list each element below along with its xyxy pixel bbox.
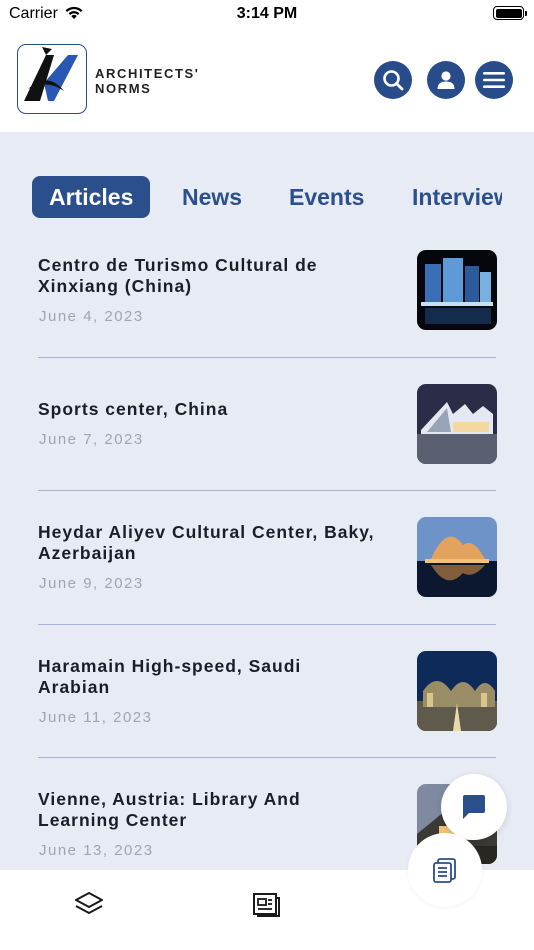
article-thumbnail	[417, 517, 497, 597]
article-title: Centro de Turismo Cultural de Xinxiang (…	[38, 255, 318, 296]
menu-icon	[483, 72, 505, 88]
article-title: Vienne, Austria: Library And Learning Ce…	[38, 789, 301, 830]
article-date: June 11, 2023	[39, 709, 153, 726]
article-item[interactable]: Haramain High-speed, Saudi Arabian June …	[38, 651, 497, 736]
article-date: June 13, 2023	[39, 842, 154, 859]
tab-events[interactable]: Events	[289, 176, 364, 218]
clock: 3:14 PM	[236, 5, 298, 22]
article-title: Haramain High-speed, Saudi Arabian	[38, 656, 302, 697]
profile-button[interactable]	[427, 61, 465, 99]
article-title: Heydar Aliyev Cultural Center, Baky, Aze…	[38, 522, 375, 563]
app-logo[interactable]	[17, 44, 87, 114]
battery-icon	[493, 6, 527, 20]
divider	[38, 757, 496, 758]
user-icon	[437, 71, 455, 89]
search-icon	[383, 70, 404, 91]
brand-line-1: ARCHITECTS'	[95, 66, 200, 81]
app-header: ARCHITECTS' NORMS	[0, 28, 534, 132]
tab-news[interactable]: News	[182, 176, 242, 218]
tab-interviews[interactable]: Interviews	[412, 176, 502, 218]
article-thumbnail	[417, 384, 497, 464]
chat-button[interactable]	[441, 774, 507, 840]
divider	[38, 490, 496, 491]
chat-icon	[463, 795, 485, 819]
article-thumbnail	[417, 250, 497, 330]
document-list-button[interactable]	[408, 833, 482, 907]
category-tabs: Articles News Events Interviews	[32, 176, 502, 218]
news-icon	[253, 893, 280, 917]
layers-icon	[75, 892, 103, 914]
articles-content: Articles News Events Interviews Centro d…	[0, 132, 534, 870]
divider	[38, 624, 496, 625]
article-item[interactable]: Centro de Turismo Cultural de Xinxiang (…	[38, 250, 497, 335]
article-thumbnail	[417, 651, 497, 731]
brand-name: ARCHITECTS' NORMS	[95, 66, 199, 96]
tab-articles[interactable]: Articles	[32, 176, 151, 218]
menu-button[interactable]	[475, 61, 513, 99]
brand-line-2: NORMS	[95, 81, 152, 96]
search-button[interactable]	[374, 61, 412, 99]
nav-news-button[interactable]	[241, 880, 291, 930]
article-item[interactable]: Heydar Aliyev Cultural Center, Baky, Aze…	[38, 517, 497, 602]
status-bar: Carrier 3:14 PM	[0, 0, 534, 28]
divider	[38, 357, 496, 358]
article-date: June 9, 2023	[39, 575, 144, 592]
document-list-icon	[433, 858, 456, 883]
article-date: June 4, 2023	[39, 308, 144, 325]
article-date: June 7, 2023	[39, 431, 144, 448]
nav-layers-button[interactable]	[64, 880, 114, 930]
logo-mark-icon	[24, 47, 78, 101]
article-title: Sports center, China	[38, 399, 229, 419]
article-item[interactable]: Sports center, China June 7, 2023	[38, 384, 497, 479]
